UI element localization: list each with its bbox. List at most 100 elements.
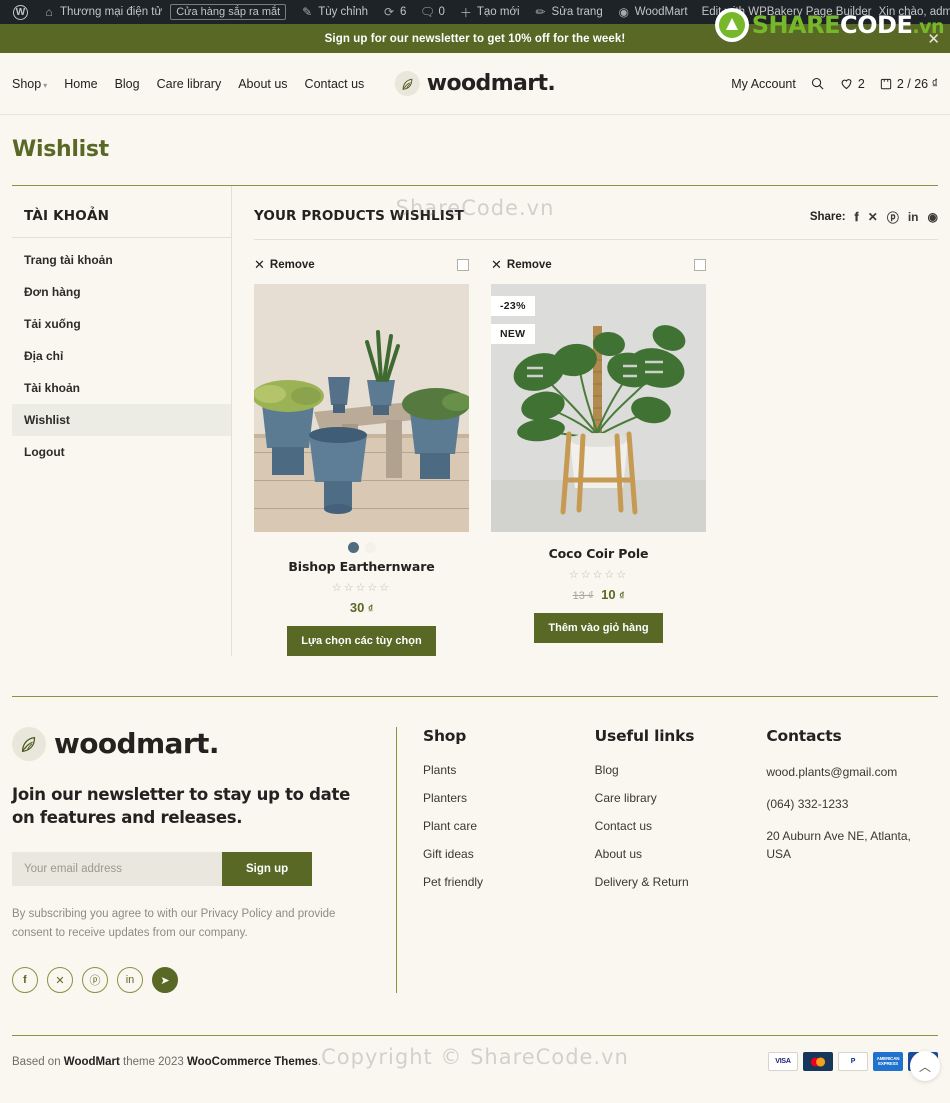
- adminbar-item-updates[interactable]: ⟳ 6: [375, 0, 413, 24]
- wishlist-button[interactable]: 2: [839, 76, 865, 91]
- adminbar-customize-label: Tùy chỉnh: [318, 6, 369, 18]
- wishlist-header: YOUR PRODUCTS WISHLIST Share: 𝐟 ✕ ⓟ in ◉: [254, 208, 938, 240]
- nav-item-about-us[interactable]: About us: [238, 77, 287, 91]
- list-item[interactable]: Plant care: [423, 819, 595, 833]
- nav-item-care-library[interactable]: Care library: [157, 77, 222, 91]
- footer-social-links: 𝐟 ✕ ⓟ in ➤: [12, 967, 376, 994]
- comment-icon: 🗨: [419, 5, 436, 19]
- product-price: 30 ₫: [254, 600, 469, 615]
- sidebar-item-downloads[interactable]: Tải xuống: [12, 308, 231, 340]
- adminbar-item-site[interactable]: ⌂ Thương mại điện tử Cửa hàng sắp ra mắt: [35, 0, 293, 24]
- sidebar-item-account[interactable]: Tài khoản: [12, 372, 231, 404]
- leaf-icon: [394, 71, 420, 96]
- adminbar-account[interactable]: Xin chào, admin ⌕: [879, 5, 950, 19]
- product-image[interactable]: [254, 283, 469, 532]
- price-amount: 10: [601, 586, 616, 602]
- close-icon[interactable]: ✕: [927, 30, 940, 48]
- sidebar-item-addresses[interactable]: Địa chỉ: [12, 340, 231, 372]
- x-icon[interactable]: ✕: [868, 210, 878, 224]
- footer-logo[interactable]: woodmart.: [12, 726, 376, 761]
- list-item[interactable]: Gift ideas: [423, 847, 595, 861]
- adminbar-item-wpbakery[interactable]: Edit with WPBakery Page Builder: [695, 0, 879, 24]
- swatch-blue[interactable]: [347, 541, 359, 553]
- sidebar-item-label[interactable]: Tải xuống: [12, 308, 231, 340]
- nav-item-blog[interactable]: Blog: [115, 77, 140, 91]
- product-badges: -23% NEW: [491, 295, 535, 344]
- contact-email[interactable]: wood.plants@gmail.com: [766, 763, 938, 781]
- sidebar-item-wishlist[interactable]: Wishlist: [12, 404, 231, 436]
- x-icon[interactable]: ✕: [47, 967, 73, 994]
- adminbar-item-wordpress[interactable]: W: [6, 0, 35, 24]
- search-button[interactable]: [810, 76, 825, 91]
- adminbar-item-new[interactable]: ＋ Tạo mới: [452, 0, 527, 24]
- list-item[interactable]: Blog: [595, 763, 767, 777]
- my-account-link[interactable]: My Account: [731, 77, 796, 91]
- adminbar-item-edit-page[interactable]: ✏ Sửa trang: [527, 0, 610, 24]
- chevron-up-icon: ︿: [918, 1059, 931, 1074]
- email-field[interactable]: [12, 852, 222, 887]
- product-title[interactable]: Coco Coir Pole: [491, 546, 706, 561]
- wishlist-item-controls: ✕ Remove: [491, 254, 706, 276]
- sidebar-item-label[interactable]: Đơn hàng: [12, 276, 231, 308]
- nav-item-contact-us[interactable]: Contact us: [305, 77, 365, 91]
- adminbar-item-customize[interactable]: ✎ Tùy chỉnh: [293, 0, 375, 24]
- product-photo-planters: [254, 283, 469, 532]
- list-item[interactable]: About us: [595, 847, 767, 861]
- contact-phone[interactable]: (064) 332-1233: [766, 795, 938, 813]
- discount-badge: -23%: [491, 295, 535, 316]
- list-item[interactable]: Pet friendly: [423, 875, 595, 889]
- sidebar-item-dashboard[interactable]: Trang tài khoản: [12, 244, 231, 276]
- telegram-icon[interactable]: ➤: [152, 967, 178, 994]
- nav-item-home[interactable]: Home: [64, 77, 97, 91]
- add-to-cart-button[interactable]: Thêm vào giỏ hàng: [534, 612, 663, 643]
- telegram-icon[interactable]: ◉: [928, 210, 938, 224]
- list-item[interactable]: Planters: [423, 791, 595, 805]
- list-item[interactable]: Plants: [423, 763, 595, 777]
- sidebar-item-logout[interactable]: Logout: [12, 436, 231, 468]
- sidebar-item-label[interactable]: Địa chỉ: [12, 340, 231, 372]
- account-menu: Trang tài khoản Đơn hàng Tải xuống Địa c…: [12, 238, 231, 468]
- remove-label: Remove: [506, 258, 552, 271]
- nav-item-shop[interactable]: Shop ▾: [12, 77, 47, 91]
- product-image[interactable]: -23% NEW: [491, 283, 706, 532]
- sidebar-heading: TÀI KHOẢN: [12, 208, 231, 238]
- cart-button[interactable]: 2 / 26 ₫: [879, 76, 938, 91]
- linkedin-icon[interactable]: in: [908, 210, 919, 224]
- share-label: Share:: [809, 211, 846, 223]
- sidebar-item-label[interactable]: Wishlist: [12, 404, 231, 436]
- close-icon: ✕: [491, 256, 502, 272]
- remove-label: Remove: [269, 258, 315, 271]
- newsletter-form: Sign up: [12, 852, 376, 887]
- scroll-to-top-button[interactable]: ︿: [910, 1051, 940, 1082]
- swatch-white[interactable]: [364, 541, 376, 553]
- pinterest-icon[interactable]: ⓟ: [82, 967, 108, 994]
- site-footer: woodmart. Join our newsletter to stay up…: [0, 697, 950, 994]
- select-options-button[interactable]: Lựa chọn các tùy chọn: [287, 625, 436, 656]
- linkedin-icon[interactable]: in: [117, 967, 143, 994]
- product-title[interactable]: Bishop Earthernware: [254, 559, 469, 574]
- paypal-icon: P: [838, 1052, 868, 1072]
- facebook-icon[interactable]: 𝐟: [855, 210, 859, 225]
- adminbar-wpbakery-label: Edit with WPBakery Page Builder: [701, 6, 872, 18]
- sidebar-item-label[interactable]: Trang tài khoản: [12, 244, 231, 276]
- signup-button[interactable]: Sign up: [222, 852, 313, 887]
- list-item[interactable]: Contact us: [595, 819, 767, 833]
- product-price: 13 ₫ 10 ₫: [491, 587, 706, 602]
- list-item[interactable]: Care library: [595, 791, 767, 805]
- pinterest-icon[interactable]: ⓟ: [887, 209, 899, 226]
- wishlist-item: ✕ Remove: [254, 254, 469, 656]
- select-checkbox[interactable]: [457, 258, 469, 271]
- adminbar-comments-count: 0: [438, 6, 445, 18]
- sidebar-item-label[interactable]: Logout: [12, 436, 231, 468]
- remove-button[interactable]: ✕ Remove: [491, 257, 552, 273]
- adminbar-item-woodmart[interactable]: ◉ WoodMart: [610, 0, 695, 24]
- sidebar-item-orders[interactable]: Đơn hàng: [12, 276, 231, 308]
- remove-button[interactable]: ✕ Remove: [254, 257, 315, 273]
- sidebar-item-label[interactable]: Tài khoản: [12, 372, 231, 404]
- facebook-icon[interactable]: 𝐟: [12, 967, 38, 994]
- site-logo[interactable]: woodmart.: [394, 71, 556, 96]
- adminbar-item-comments[interactable]: 🗨 0: [413, 0, 451, 24]
- bottom-bar: Based on WoodMart theme 2023 WooCommerce…: [0, 1036, 950, 1091]
- list-item[interactable]: Delivery & Return: [595, 875, 767, 889]
- select-checkbox[interactable]: [694, 258, 706, 271]
